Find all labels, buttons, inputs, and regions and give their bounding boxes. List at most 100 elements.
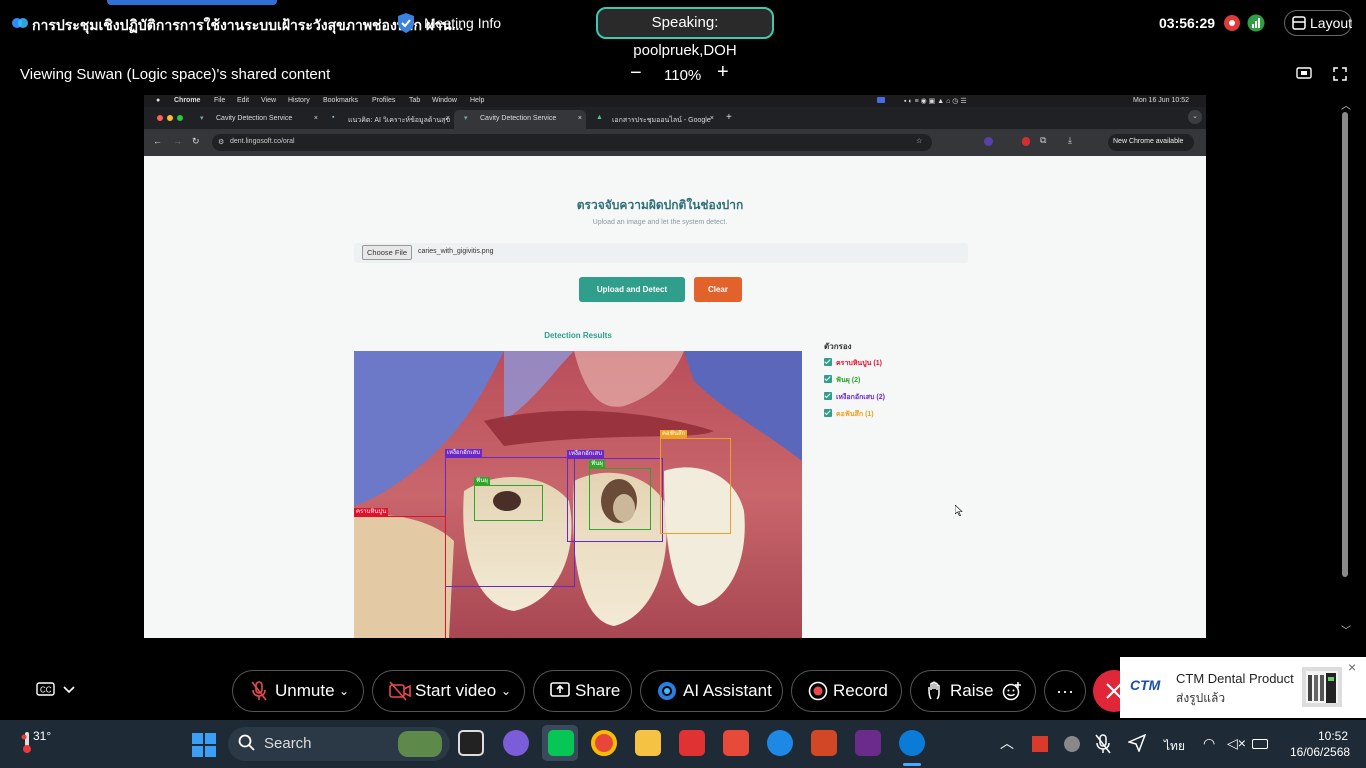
copilot-icon[interactable] xyxy=(503,730,529,756)
start-video-label: Start video xyxy=(415,681,497,700)
webex-taskbar-icon[interactable] xyxy=(899,730,925,756)
share-screen-icon xyxy=(550,681,570,699)
search-label: Search xyxy=(264,735,312,752)
taskbar-time[interactable]: 10:52 xyxy=(1318,729,1348,743)
anydesk-icon[interactable] xyxy=(679,730,705,756)
notification-close-icon[interactable]: × xyxy=(1348,659,1356,675)
choose-file-button[interactable]: Choose File xyxy=(362,245,412,260)
send-icon[interactable] xyxy=(1128,734,1146,752)
web-page: ตรวจจับความผิดปกติในช่องปาก Upload an im… xyxy=(144,156,1206,638)
powerpoint-icon[interactable] xyxy=(811,730,837,756)
zoom-out-button[interactable]: − xyxy=(630,62,642,85)
chevron-down-icon[interactable]: ⌄ xyxy=(501,671,511,711)
fullscreen-icon[interactable] xyxy=(1333,67,1347,81)
browser-tab[interactable]: ▾ Cavity Detection Service × xyxy=(190,110,322,129)
tab-close-icon[interactable]: × xyxy=(446,115,450,122)
browser-tab-active[interactable]: ▾ Cavity Detection Service × xyxy=(454,110,586,129)
chevron-up-icon[interactable]: ︿ xyxy=(1000,733,1014,753)
filter-label: คราบหินปูน (1) xyxy=(836,360,882,367)
extension-icon[interactable] xyxy=(984,137,993,146)
line-icon[interactable] xyxy=(548,730,574,756)
ai-assistant-button[interactable]: AI Assistant xyxy=(640,670,783,712)
taskbar-search-box[interactable]: Search xyxy=(228,727,450,761)
microphone-off-icon[interactable] xyxy=(1095,734,1111,754)
taskbar-date[interactable]: 16/06/2568 xyxy=(1290,745,1350,759)
tab-search-icon[interactable]: ⌄ xyxy=(1188,110,1202,124)
wps-office-icon[interactable] xyxy=(723,730,749,756)
filter-gingivitis-checkbox[interactable]: เหงือกอักเสบ (2) xyxy=(824,392,885,403)
tab-close-icon[interactable]: × xyxy=(710,115,714,122)
zoom-in-button[interactable]: + xyxy=(717,61,729,84)
notification-toast[interactable]: CTM CTM Dental Product ส่งรูปแล้ว × xyxy=(1120,657,1366,718)
minimize-window-icon[interactable] xyxy=(167,115,173,121)
closed-captions-button[interactable]: CC xyxy=(36,682,80,696)
ellipsis-icon: ··· xyxy=(1056,681,1074,701)
reload-icon[interactable]: ↻ xyxy=(192,136,200,147)
bookmark-star-icon[interactable]: ☆ xyxy=(916,137,922,145)
layout-button[interactable]: Layout xyxy=(1284,10,1352,36)
input-language[interactable]: ไทย xyxy=(1164,737,1185,756)
forward-icon[interactable]: → xyxy=(173,136,182,146)
pop-out-icon[interactable] xyxy=(1296,67,1312,81)
chevron-down-icon[interactable]: ⌄ xyxy=(339,671,349,711)
file-explorer-icon[interactable] xyxy=(635,730,661,756)
checkbox-checked-icon xyxy=(824,409,832,417)
wifi-icon[interactable]: ◠ xyxy=(1203,735,1215,752)
raise-label: Raise xyxy=(950,681,994,700)
url-text: dent.lingosoft.co/oral xyxy=(230,138,295,145)
filter-tooth-wear-checkbox[interactable]: คอฟันสึก (1) xyxy=(824,409,874,420)
tray-app-icon[interactable] xyxy=(1064,736,1080,752)
task-view-icon[interactable] xyxy=(458,730,484,756)
mouse-cursor-icon xyxy=(955,505,963,516)
raise-hand-button[interactable]: Raise xyxy=(910,670,1036,712)
page-subtitle: Upload an image and let the system detec… xyxy=(592,219,728,226)
menu-item: Tab xyxy=(409,97,421,104)
status-icons: ▪ ◐ ≡ ◉ ▣ ▲ ⌂ ◷ ☰ xyxy=(904,98,967,105)
tray-app-icon[interactable] xyxy=(1032,736,1048,752)
battery-icon[interactable] xyxy=(1252,739,1268,749)
filter-caries-checkbox[interactable]: ฟันผุ (2) xyxy=(824,375,860,386)
filter-label: เหงือกอักเสบ (2) xyxy=(836,394,885,401)
file-input[interactable]: Choose File caries_with_gigivitis.png xyxy=(354,243,968,263)
share-button[interactable]: Share xyxy=(533,670,632,712)
download-icon[interactable]: ⤓ xyxy=(1068,135,1072,146)
unmute-button[interactable]: Unmute ⌄ xyxy=(232,670,364,712)
network-quality-icon[interactable] xyxy=(1247,14,1265,32)
checkbox-checked-icon xyxy=(824,375,832,383)
new-chrome-available-button[interactable]: New Chrome available xyxy=(1108,134,1194,151)
browser-tab[interactable]: ▪ แนวคิด: AI วิเคราะห์ข้อมูลด้านสุข × xyxy=(322,110,454,129)
browser-toolbar: ← → ↻ ⚙ dent.lingosoft.co/oral ☆ ⧉ ⤓ New… xyxy=(144,129,1206,156)
clear-button[interactable]: Clear xyxy=(694,277,742,302)
windows-start-icon[interactable] xyxy=(192,733,216,757)
close-window-icon[interactable] xyxy=(157,115,163,121)
new-tab-button[interactable]: + xyxy=(726,112,732,123)
extensions-puzzle-icon[interactable]: ⧉ xyxy=(1040,135,1046,146)
chrome-icon[interactable] xyxy=(591,730,617,756)
meeting-info-button[interactable]: Meeting Info xyxy=(424,15,501,31)
mac-clock: Mon 16 Jun 10:52 xyxy=(1133,97,1190,104)
maximize-window-icon[interactable] xyxy=(177,115,183,121)
speaker-muted-icon[interactable]: ◁× xyxy=(1227,735,1246,752)
more-options-button[interactable]: ··· xyxy=(1044,670,1086,712)
recording-icon[interactable] xyxy=(1223,14,1241,32)
reactions-icon[interactable] xyxy=(1002,681,1022,701)
scroll-down-icon[interactable]: ﹀ xyxy=(1341,622,1351,637)
address-bar[interactable]: ⚙ dent.lingosoft.co/oral xyxy=(212,134,932,151)
browser-tab[interactable]: ▲ เอกสารประชุมออนไลน์ - Google × xyxy=(586,110,718,129)
weather-icon[interactable] xyxy=(20,730,34,756)
filter-calculus-checkbox[interactable]: คราบหินปูน (1) xyxy=(824,358,882,369)
edge-icon[interactable] xyxy=(767,730,793,756)
tab-close-icon[interactable]: × xyxy=(578,115,582,122)
record-button[interactable]: Record xyxy=(791,670,902,712)
upload-and-detect-button[interactable]: Upload and Detect xyxy=(579,277,685,302)
start-video-button[interactable]: Start video ⌄ xyxy=(372,670,525,712)
filter-label: ฟันผุ (2) xyxy=(836,377,861,384)
pdf-app-icon[interactable] xyxy=(855,730,881,756)
meeting-top-bar: การประชุมเชิงปฏิบัติการการใช้งานระบบเฝ้า… xyxy=(0,0,1366,59)
scroll-up-icon[interactable]: ︿ xyxy=(1341,97,1351,112)
tab-close-icon[interactable]: × xyxy=(314,115,318,122)
back-icon[interactable]: ← xyxy=(153,136,162,146)
extension-icon[interactable] xyxy=(1022,137,1030,146)
scrollbar-thumb[interactable] xyxy=(1342,112,1348,577)
weather-temperature[interactable]: 31° xyxy=(33,729,51,743)
